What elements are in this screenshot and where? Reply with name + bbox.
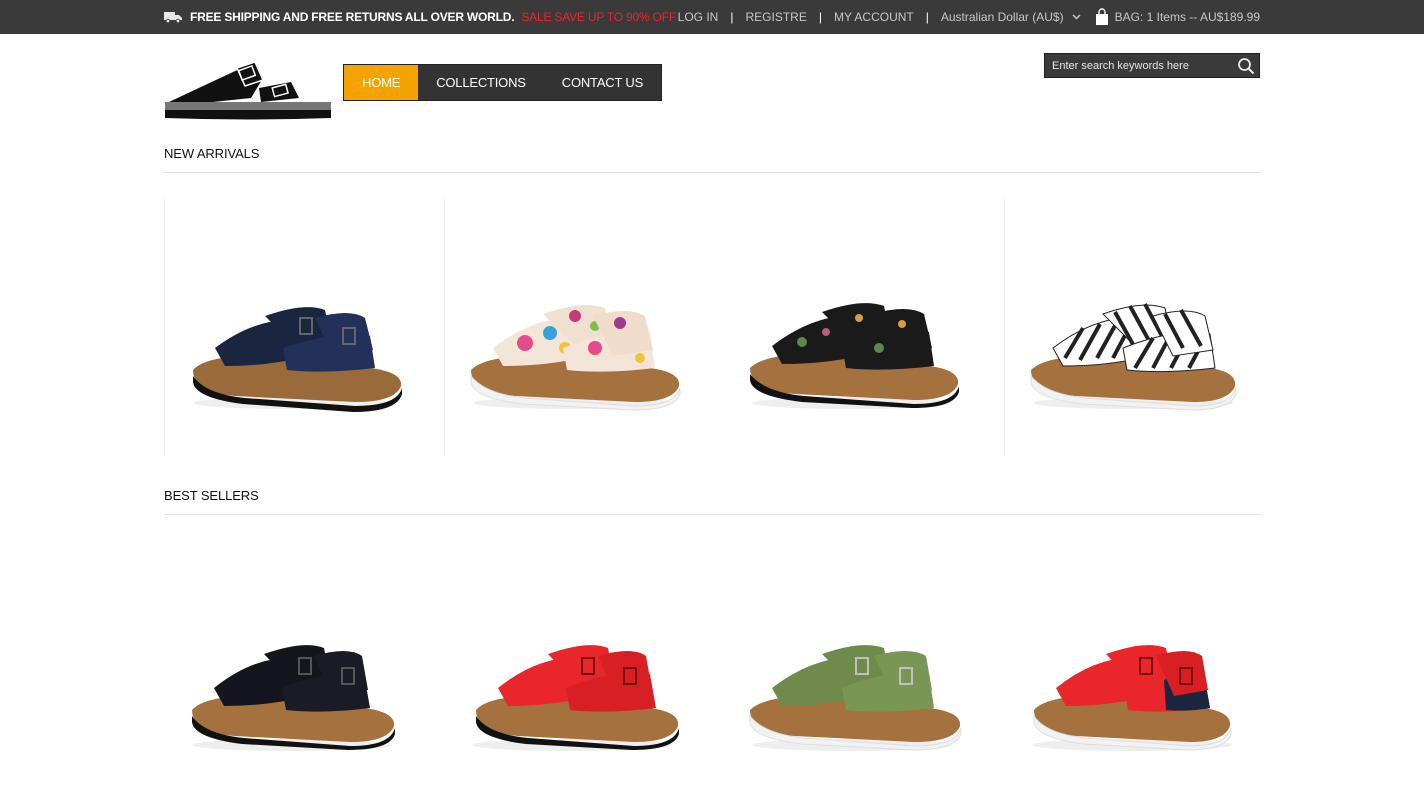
search-box <box>1044 53 1260 78</box>
section-divider <box>164 514 1261 515</box>
product-card[interactable] <box>164 540 420 796</box>
main-nav: HOME COLLECTIONS CONTACT US <box>343 64 663 101</box>
product-card[interactable] <box>724 198 980 454</box>
my-account-link[interactable]: MY ACCOUNT <box>834 10 914 24</box>
nav-collections[interactable]: COLLECTIONS <box>418 65 544 100</box>
product-card[interactable] <box>724 540 980 796</box>
product-card[interactable] <box>1004 198 1260 454</box>
separator: | <box>818 10 822 24</box>
shopping-bag-link[interactable]: BAG: 1 Items -- AU$189.99 <box>1095 8 1260 26</box>
truck-icon <box>164 12 182 23</box>
top-bar: FREE SHIPPING AND FREE RETURNS ALL OVER … <box>0 0 1424 34</box>
sandal-red-navy-image <box>1032 645 1232 751</box>
sandal-olive-image <box>749 645 962 751</box>
site-logo[interactable] <box>163 58 333 126</box>
section-divider <box>164 172 1261 173</box>
chevron-down-icon <box>1072 14 1081 20</box>
sale-promo-text: SALE SAVE UP TO 90% OFF <box>521 10 676 24</box>
best-sellers-title: BEST SELLERS <box>164 488 259 503</box>
account-links: LOG IN | REGISTRE | MY ACCOUNT | Austral… <box>678 8 1260 26</box>
new-arrivals-grid <box>164 198 1261 454</box>
sandal-black-floral-image <box>750 303 959 409</box>
shipping-promo-text: FREE SHIPPING AND FREE RETURNS ALL OVER … <box>190 10 515 24</box>
search-button[interactable] <box>1233 54 1259 77</box>
separator: | <box>730 10 734 24</box>
new-arrivals-title: NEW ARRIVALS <box>164 146 260 161</box>
bag-summary: BAG: 1 Items -- AU$189.99 <box>1114 10 1260 24</box>
nav-contact-us[interactable]: CONTACT US <box>544 65 661 100</box>
best-sellers-grid <box>164 540 1261 796</box>
nav-home[interactable]: HOME <box>344 65 419 100</box>
sandal-floral-image <box>470 305 681 411</box>
sandal-zebra-image <box>1030 303 1237 411</box>
search-input[interactable] <box>1045 54 1233 77</box>
product-card[interactable] <box>444 540 700 796</box>
sandal-navy-image <box>193 307 402 412</box>
currency-label: Australian Dollar (AU$) <box>940 10 1064 24</box>
sandal-red-image <box>472 645 679 751</box>
currency-selector[interactable]: Australian Dollar (AU$) <box>941 10 1081 24</box>
sandal-black-image <box>192 645 395 751</box>
shopping-bag-icon <box>1095 8 1108 25</box>
register-link[interactable]: REGISTRE <box>745 10 806 24</box>
product-card[interactable] <box>444 198 700 454</box>
login-link[interactable]: LOG IN <box>678 10 719 24</box>
top-bar-inner: FREE SHIPPING AND FREE RETURNS ALL OVER … <box>164 0 1260 34</box>
product-card[interactable] <box>164 198 420 454</box>
separator: | <box>925 10 929 24</box>
search-icon <box>1238 57 1255 74</box>
product-card[interactable] <box>1004 540 1260 796</box>
